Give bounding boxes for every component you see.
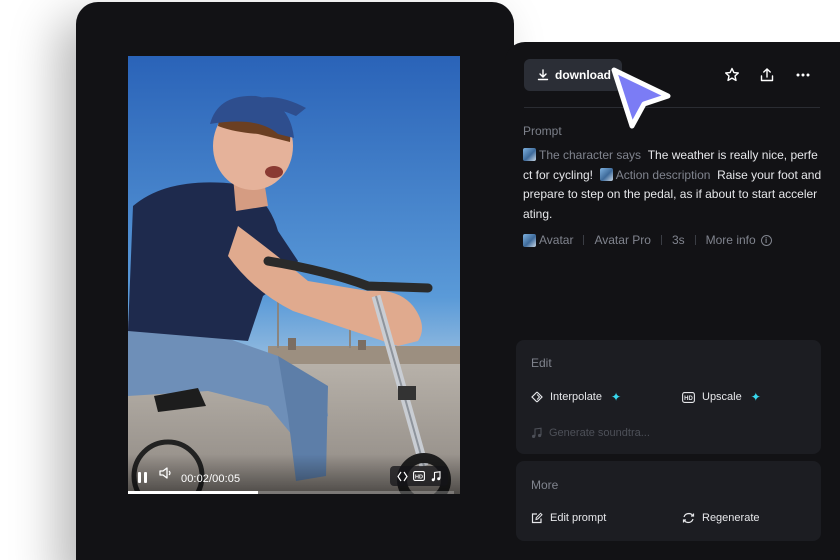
svg-text:HD: HD	[684, 396, 693, 402]
volume-icon[interactable]	[159, 466, 172, 484]
cursor-pointer-icon	[604, 64, 676, 137]
more-card-title: More	[531, 478, 559, 492]
prompt-heading: Prompt	[523, 124, 562, 138]
download-icon	[537, 69, 549, 81]
music-icon[interactable]	[430, 470, 442, 482]
generate-soundtrack-label: Generate soundtra...	[549, 427, 650, 439]
hd-icon[interactable]: HD	[413, 470, 425, 482]
more-info-link[interactable]: More info	[706, 233, 756, 247]
generate-soundtrack-button[interactable]: Generate soundtra...	[531, 427, 650, 439]
prompt-meta: Avatar Avatar Pro 3s More info i	[523, 233, 772, 247]
interpolate-button[interactable]: Interpolate ✦	[531, 390, 621, 404]
video-progress-fill	[128, 491, 259, 494]
prompt-text: The character says The weather is really…	[523, 146, 823, 224]
prompt-tag-character-says: The character says	[539, 148, 642, 162]
edit-prompt-label: Edit prompt	[550, 512, 607, 524]
video-time: 00:02/00:05	[181, 473, 241, 485]
video-frame	[128, 56, 460, 494]
music-icon	[532, 427, 542, 438]
upscale-label: Upscale	[702, 391, 742, 403]
meta-separator	[660, 235, 662, 245]
avatar-thumbnail-icon	[523, 233, 536, 247]
more-card: More Edit prompt Regenerate	[516, 461, 821, 541]
more-icon[interactable]	[794, 66, 812, 84]
prompt-tag-action-description: Action description	[615, 167, 711, 182]
meta-model: Avatar Pro	[594, 233, 651, 247]
meta-duration: 3s	[671, 233, 685, 247]
interpolate-label: Interpolate	[550, 391, 602, 403]
pause-icon[interactable]	[137, 472, 149, 483]
video-progress-bar[interactable]	[128, 491, 454, 494]
meta-separator	[583, 235, 585, 245]
interpolate-icon[interactable]	[396, 470, 408, 482]
sparkle-icon: ✦	[750, 390, 761, 404]
meta-separator	[694, 235, 696, 245]
video-controls: 00:02/00:05 HD	[128, 454, 460, 494]
interpolate-icon	[531, 391, 543, 403]
svg-text:HD: HD	[415, 474, 423, 480]
meta-type: Avatar	[539, 233, 574, 247]
avatar-thumbnail-icon	[523, 148, 536, 161]
sparkle-icon: ✦	[610, 390, 622, 404]
regenerate-label: Regenerate	[702, 512, 760, 524]
video-tools: HD	[390, 466, 448, 486]
regenerate-button[interactable]: Regenerate	[682, 512, 760, 524]
hd-icon: HD	[682, 391, 695, 403]
star-icon[interactable]	[723, 66, 741, 84]
avatar-thumbnail-icon	[599, 167, 613, 181]
video-player[interactable]: 00:02/00:05 HD	[128, 56, 460, 494]
regenerate-icon	[682, 512, 695, 524]
edit-prompt-icon	[531, 512, 543, 524]
edit-prompt-button[interactable]: Edit prompt	[531, 512, 606, 524]
info-icon[interactable]: i	[760, 234, 772, 246]
download-label: download	[555, 68, 611, 82]
share-icon[interactable]	[758, 66, 776, 84]
edit-card: Edit Interpolate ✦ HD Upscale ✦ Generate…	[516, 340, 821, 454]
edit-card-title: Edit	[531, 356, 552, 370]
upscale-button[interactable]: HD Upscale ✦	[682, 390, 761, 404]
